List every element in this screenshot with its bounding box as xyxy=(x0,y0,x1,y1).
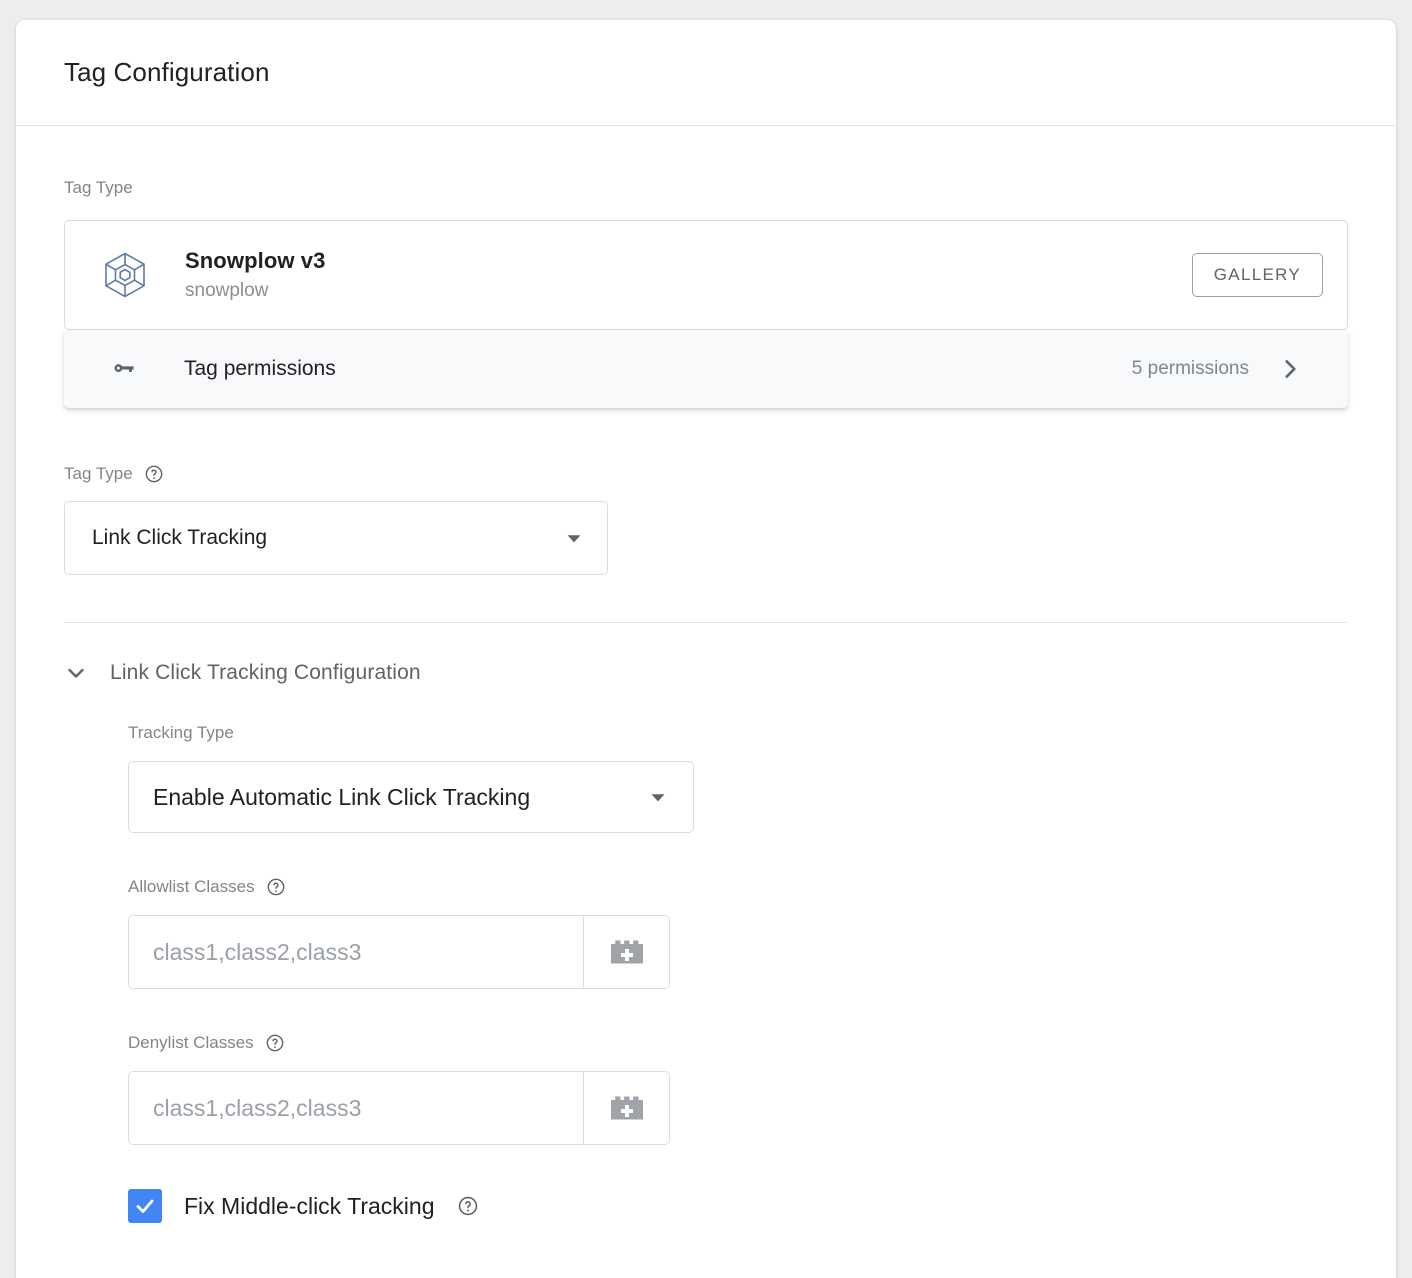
section-body: Tracking Type Enable Automatic Link Clic… xyxy=(64,685,1348,1223)
help-icon[interactable] xyxy=(265,1033,285,1053)
snowplow-cube-icon xyxy=(65,250,185,300)
denylist-classes-input-row xyxy=(128,1071,670,1145)
chevron-down-icon xyxy=(645,784,671,810)
section-title: Link Click Tracking Configuration xyxy=(110,661,421,684)
tag-type-select-value: Link Click Tracking xyxy=(92,526,268,549)
tag-template-card[interactable]: Snowplow v3 snowplow GALLERY xyxy=(64,220,1348,330)
help-icon[interactable] xyxy=(144,464,164,484)
tracking-type-select-value: Enable Automatic Link Click Tracking xyxy=(153,783,531,810)
chevron-right-icon[interactable] xyxy=(1277,356,1303,382)
tag-type-field-label-text: Tag Type xyxy=(64,464,133,483)
allowlist-classes-input[interactable] xyxy=(129,916,583,988)
tag-permissions-count: 5 permissions xyxy=(1131,358,1249,379)
tag-type-section-label: Tag Type xyxy=(64,178,1348,198)
tracking-type-select[interactable]: Enable Automatic Link Click Tracking xyxy=(128,761,694,833)
fix-middle-click-label: Fix Middle-click Tracking xyxy=(184,1192,435,1219)
allowlist-classes-label: Allowlist Classes xyxy=(128,877,1348,897)
allowlist-classes-label-text: Allowlist Classes xyxy=(128,877,255,896)
tag-type-template-section: Tag Type Snowplow v3 snowplow GALLERY Ta… xyxy=(64,126,1348,408)
tag-type-field: Tag Type Link Click Tracking xyxy=(64,408,1348,575)
variable-picker-icon[interactable] xyxy=(583,916,669,988)
tag-template-text: Snowplow v3 snowplow xyxy=(185,246,1192,304)
help-icon[interactable] xyxy=(457,1195,479,1217)
chevron-down-icon[interactable] xyxy=(64,661,110,685)
allowlist-classes-input-row xyxy=(128,915,670,989)
page-root: Tag Configuration Tag Type Snowplow v3 s… xyxy=(0,0,1412,1278)
tag-permissions-label: Tag permissions xyxy=(184,357,336,380)
gallery-button[interactable]: GALLERY xyxy=(1191,253,1323,297)
card-header: Tag Configuration xyxy=(16,20,1396,126)
tag-type-select[interactable]: Link Click Tracking xyxy=(64,501,608,575)
denylist-classes-label-text: Denylist Classes xyxy=(128,1033,254,1052)
tag-permissions-row[interactable]: Tag permissions 5 permissions xyxy=(64,330,1348,408)
tag-type-section-label-text: Tag Type xyxy=(64,178,133,197)
page-title: Tag Configuration xyxy=(64,57,270,87)
tag-template-vendor: snowplow xyxy=(185,279,269,301)
tag-type-field-label: Tag Type xyxy=(64,464,1348,484)
fix-middle-click-tracking-row[interactable]: Fix Middle-click Tracking xyxy=(128,1189,1348,1223)
denylist-classes-label: Denylist Classes xyxy=(128,1033,1348,1053)
denylist-classes-input[interactable] xyxy=(129,1072,583,1144)
tag-template-name: Snowplow v3 xyxy=(185,247,326,273)
tag-configuration-card: Tag Configuration Tag Type Snowplow v3 s… xyxy=(16,20,1396,1278)
chevron-down-icon xyxy=(561,525,587,551)
section-header[interactable]: Link Click Tracking Configuration xyxy=(64,661,1348,685)
key-icon xyxy=(64,354,184,384)
fix-middle-click-checkbox[interactable] xyxy=(128,1189,162,1223)
help-icon[interactable] xyxy=(266,877,286,897)
tracking-type-field: Tracking Type Enable Automatic Link Clic… xyxy=(128,723,1348,833)
allowlist-classes-field: Allowlist Classes xyxy=(128,877,1348,989)
card-body: Tag Type Snowplow v3 snowplow GALLERY Ta… xyxy=(16,126,1396,1223)
variable-picker-icon[interactable] xyxy=(583,1072,669,1144)
denylist-classes-field: Denylist Classes xyxy=(128,1033,1348,1145)
tracking-type-label-text: Tracking Type xyxy=(128,723,234,742)
tracking-type-label: Tracking Type xyxy=(128,723,1348,743)
link-click-tracking-configuration-section: Link Click Tracking Configuration Tracki… xyxy=(64,623,1348,1223)
